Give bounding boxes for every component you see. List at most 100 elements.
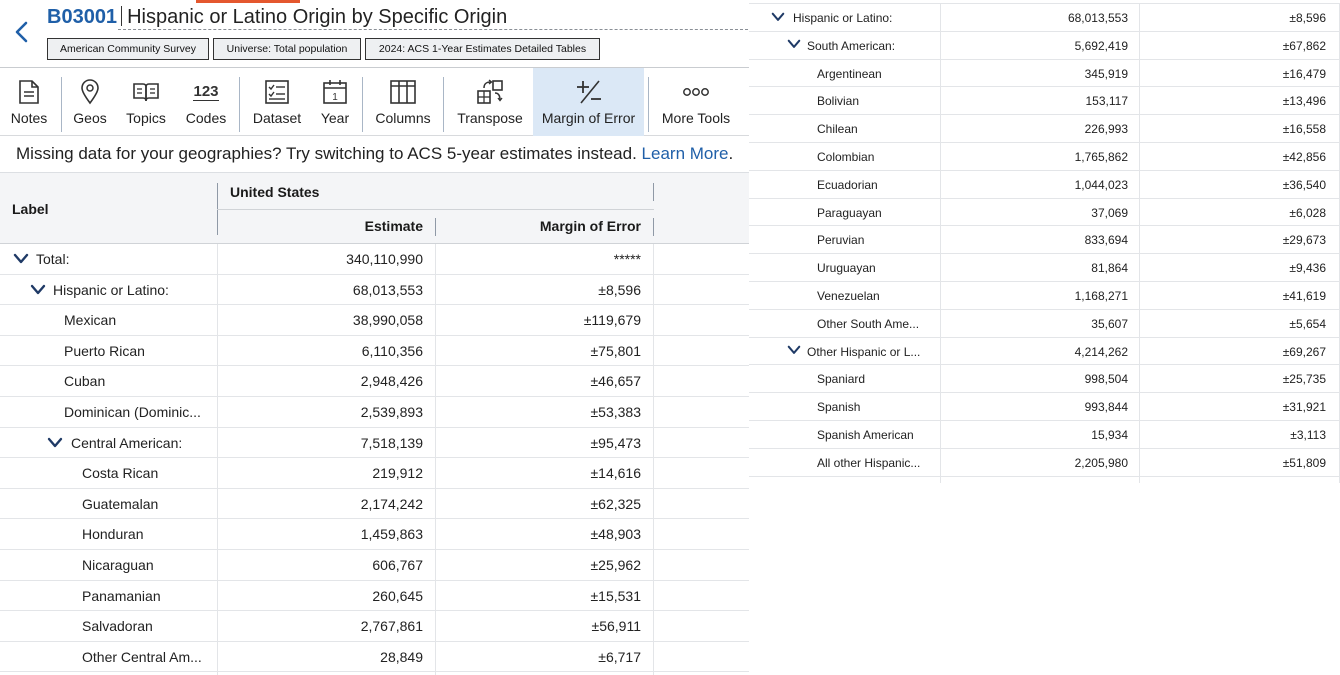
notice-banner: Missing data for your geographies? Try s… xyxy=(16,144,733,164)
chevron-down-icon[interactable] xyxy=(787,345,801,357)
column-divider xyxy=(435,244,436,675)
row-label: Nicaraguan xyxy=(82,556,154,573)
table-row[interactable]: Honduran 1,459,863 ±48,903 xyxy=(0,519,749,550)
moe-cell: ±46,657 xyxy=(590,373,641,390)
table-row[interactable]: Hispanic or Latino: 68,013,553 ±8,596 xyxy=(749,4,1340,32)
table-row[interactable]: Panamanian 260,645 ±15,531 xyxy=(0,581,749,612)
estimate-cell: 2,205,980 xyxy=(1074,455,1128,470)
tool-label: Topics xyxy=(126,110,166,126)
toolbar-divider xyxy=(648,77,649,132)
table-row[interactable]: Other Central Am... 28,849 ±6,717 xyxy=(0,642,749,673)
table-row[interactable]: Paraguayan 37,069 ±6,028 xyxy=(749,199,1340,227)
tool-more-tools[interactable]: More Tools xyxy=(655,68,737,136)
geo-header[interactable]: United States xyxy=(230,184,319,200)
tool-year[interactable]: 1 Year xyxy=(312,68,358,136)
moe-cell: ±62,325 xyxy=(590,495,641,512)
row-label: Central American: xyxy=(71,434,183,451)
checklist-icon xyxy=(264,78,290,106)
learn-more-link[interactable]: Learn More xyxy=(642,144,729,163)
survey-chip[interactable]: American Community Survey xyxy=(47,38,209,60)
estimate-header[interactable]: Estimate xyxy=(217,218,423,234)
table-row[interactable]: Dominican (Dominic... 2,539,893 ±53,383 xyxy=(0,397,749,428)
table-row[interactable]: Nicaraguan 606,767 ±25,962 xyxy=(0,550,749,581)
tool-margin-of-error[interactable]: Margin of Error xyxy=(533,68,644,136)
table-row[interactable]: Costa Rican 219,912 ±14,616 xyxy=(0,458,749,489)
moe-cell: ±3,113 xyxy=(1290,427,1326,442)
table-row[interactable]: Spanish American 15,934 ±3,113 xyxy=(749,421,1340,449)
dataset-chip[interactable]: 2024: ACS 1-Year Estimates Detailed Tabl… xyxy=(365,38,600,60)
back-button[interactable] xyxy=(10,18,34,46)
table-row[interactable]: Other South Ame... 35,607 ±5,654 xyxy=(749,310,1340,338)
table-row[interactable]: Puerto Rican 6,110,356 ±75,801 xyxy=(0,336,749,367)
codes-icon: 123 xyxy=(193,82,219,101)
toolbar-divider xyxy=(362,77,363,132)
tool-notes[interactable]: Notes xyxy=(0,68,58,136)
universe-chip[interactable]: Universe: Total population xyxy=(213,38,361,60)
estimate-cell: 5,692,419 xyxy=(1074,38,1128,53)
chevron-down-icon[interactable] xyxy=(30,283,46,297)
chevron-down-icon[interactable] xyxy=(787,39,801,51)
estimate-cell: 35,607 xyxy=(1091,316,1128,331)
columns-icon xyxy=(389,78,417,106)
table-row[interactable]: All other Hispanic... 2,205,980 ±51,809 xyxy=(749,449,1340,477)
moe-cell: ±42,856 xyxy=(1282,149,1326,164)
table-title: Hispanic or Latino Origin by Specific Or… xyxy=(127,6,508,28)
table-row[interactable]: Central American: 7,518,139 ±95,473 xyxy=(0,428,749,459)
tool-columns[interactable]: Columns xyxy=(368,68,438,136)
moe-cell: ±51,809 xyxy=(1282,455,1326,470)
row-label: Spanish xyxy=(817,400,861,415)
column-divider xyxy=(217,244,218,675)
table-row[interactable]: Guatemalan 2,174,242 ±62,325 xyxy=(0,489,749,520)
table-row[interactable]: Salvadoran 2,767,861 ±56,911 xyxy=(0,611,749,642)
table-row[interactable]: Colombian 1,765,862 ±42,856 xyxy=(749,143,1340,171)
tool-transpose[interactable]: Transpose xyxy=(450,68,530,136)
moe-cell: ±13,496 xyxy=(1282,94,1326,109)
label-header[interactable]: Label xyxy=(12,201,49,217)
estimate-cell: 833,694 xyxy=(1084,233,1128,248)
row-label: Other South Ame... xyxy=(817,316,920,331)
chevron-down-icon[interactable] xyxy=(13,252,29,266)
table-row[interactable]: Bolivian 153,117 ±13,496 xyxy=(749,87,1340,116)
page-title: B03001 Hispanic or Latino Origin by Speci… xyxy=(47,6,507,29)
table-row[interactable]: Hispanic or Latino: 68,013,553 ±8,596 xyxy=(0,275,749,306)
title-divider xyxy=(121,6,123,26)
row-label: Total: xyxy=(36,251,70,267)
estimate-cell: 226,993 xyxy=(1084,122,1128,137)
tool-geos[interactable]: Geos xyxy=(64,68,116,136)
moe-cell: ±56,911 xyxy=(591,618,641,635)
tool-dataset[interactable]: Dataset xyxy=(245,68,309,136)
plus-minus-icon xyxy=(575,78,603,106)
chevron-down-icon[interactable] xyxy=(771,11,785,23)
table-row[interactable]: Mexican 38,990,058 ±119,679 xyxy=(0,305,749,336)
table-row[interactable]: Argentinean 345,919 ±16,479 xyxy=(749,60,1340,88)
chevron-down-icon[interactable] xyxy=(47,436,63,450)
table-row[interactable]: Spanish 993,844 ±31,921 xyxy=(749,393,1340,421)
table-row[interactable]: Chilean 226,993 ±16,558 xyxy=(749,115,1340,143)
moe-header[interactable]: Margin of Error xyxy=(436,218,641,234)
table-body-left: Total: 340,110,990 ***** Hispanic or Latino… xyxy=(0,244,749,673)
table-row[interactable]: Venezuelan 1,168,271 ±41,619 xyxy=(749,282,1340,310)
row-label: Uruguayan xyxy=(817,261,876,276)
row-label: Chilean xyxy=(817,122,858,137)
moe-cell: ±53,383 xyxy=(590,403,641,420)
estimate-cell: 4,214,262 xyxy=(1074,344,1128,359)
table-id[interactable]: B03001 xyxy=(47,6,117,28)
estimate-cell: 38,990,058 xyxy=(352,312,423,329)
tool-topics[interactable]: Topics xyxy=(120,68,172,136)
table-row[interactable]: Other Hispanic or L... 4,214,262 ±69,267 xyxy=(749,338,1340,366)
table-row[interactable]: Total: 340,110,990 ***** xyxy=(0,244,749,275)
table-row[interactable]: Ecuadorian 1,044,023 ±36,540 xyxy=(749,171,1340,199)
tool-label: Codes xyxy=(185,110,227,126)
estimate-cell: 998,504 xyxy=(1084,372,1128,387)
moe-cell: ±15,531 xyxy=(590,587,641,604)
header-divider xyxy=(217,209,654,210)
table-row[interactable]: Uruguayan 81,864 ±9,436 xyxy=(749,254,1340,282)
moe-cell: ±16,479 xyxy=(1282,66,1326,81)
tool-label: Columns xyxy=(375,110,431,126)
table-row[interactable]: South American: 5,692,419 ±67,862 xyxy=(749,32,1340,60)
table-body-right: Hispanic or Latino: 68,013,553 ±8,596 South… xyxy=(749,3,1340,477)
tool-codes[interactable]: 123 Codes xyxy=(180,68,232,136)
table-row[interactable]: Peruvian 833,694 ±29,673 xyxy=(749,226,1340,255)
table-row[interactable]: Cuban 2,948,426 ±46,657 xyxy=(0,366,749,397)
table-row[interactable]: Spaniard 998,504 ±25,735 xyxy=(749,365,1340,394)
